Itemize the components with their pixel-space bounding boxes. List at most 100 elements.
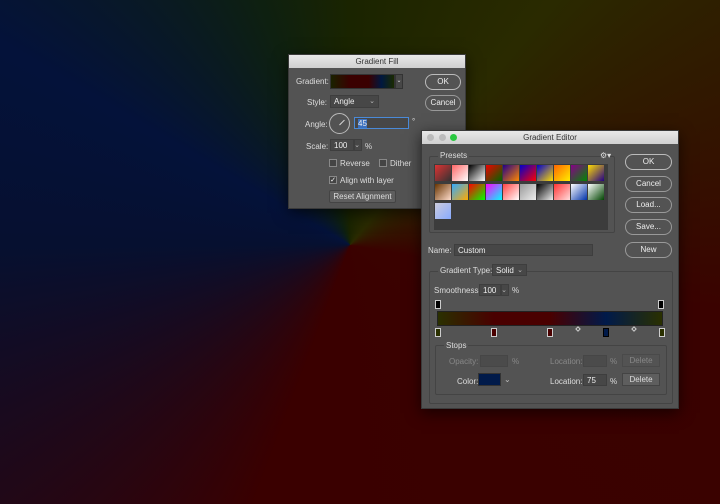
zoom-window-button[interactable]	[450, 134, 457, 141]
preset-swatch[interactable]	[537, 184, 553, 200]
preset-swatch[interactable]	[469, 165, 485, 181]
preset-swatch[interactable]	[588, 165, 604, 181]
preset-swatch[interactable]	[486, 184, 502, 200]
ok-button[interactable]: OK	[625, 154, 672, 170]
location-percent: %	[610, 377, 618, 386]
location-label: Location:	[550, 377, 583, 386]
scale-label: Scale:	[306, 142, 329, 151]
opacity-percent: %	[512, 357, 520, 366]
preset-swatch[interactable]	[503, 165, 519, 181]
stops-label: Stops	[444, 341, 469, 350]
smoothness-input[interactable]: 100	[479, 284, 501, 296]
preset-swatch[interactable]	[435, 184, 451, 200]
opacity-stop-right[interactable]	[658, 300, 664, 309]
preset-swatch[interactable]	[503, 184, 519, 200]
minimize-window-button[interactable]	[439, 134, 446, 141]
preset-swatch[interactable]	[452, 184, 468, 200]
smoothness-percent: %	[512, 286, 520, 295]
name-input[interactable]: Custom	[454, 244, 593, 256]
smoothness-label: Smoothness:	[434, 286, 481, 295]
align-with-layer-label: Align with layer	[340, 176, 394, 185]
gradient-dropdown-button[interactable]: ⌄	[395, 74, 403, 89]
preset-swatch[interactable]	[571, 184, 587, 200]
gradient-type-value: Solid	[496, 266, 514, 275]
preset-swatch[interactable]	[520, 165, 536, 181]
style-select[interactable]: Angle ⌄	[330, 95, 379, 108]
dialog-title: Gradient Editor	[422, 131, 678, 144]
scale-input[interactable]: 100	[330, 139, 354, 151]
color-stop[interactable]	[659, 328, 665, 337]
smoothness-value: 100	[483, 286, 497, 295]
gradient-type-label: Gradient Type:	[438, 266, 495, 275]
scale-value: 100	[334, 141, 348, 150]
style-label: Style:	[307, 98, 328, 107]
preset-swatch[interactable]	[554, 184, 570, 200]
opacity-location-label: Location:	[550, 357, 583, 366]
align-with-layer-checkbox[interactable]: ✓	[329, 176, 337, 184]
angle-label: Angle:	[305, 120, 328, 129]
name-value: Custom	[458, 246, 486, 255]
gradient-type-select[interactable]: Solid ⌄	[492, 264, 527, 276]
gradient-preview[interactable]	[330, 74, 395, 89]
preset-swatch[interactable]	[554, 165, 570, 181]
reverse-checkbox[interactable]	[329, 159, 337, 167]
angle-value: 45	[358, 119, 367, 128]
reverse-label: Reverse	[340, 159, 370, 168]
smoothness-dropdown[interactable]: ⌄	[501, 284, 509, 296]
gradient-editor-dialog: Gradient Editor Presets ⚙▾ OK Cancel Loa…	[421, 130, 679, 409]
preset-swatch[interactable]	[520, 184, 536, 200]
preset-swatch[interactable]	[469, 184, 485, 200]
cancel-button[interactable]: Cancel	[425, 95, 461, 111]
color-stop[interactable]	[435, 328, 441, 337]
preset-swatch[interactable]	[435, 165, 451, 181]
opacity-stop-left[interactable]	[435, 300, 441, 309]
stop-color-swatch[interactable]	[478, 373, 501, 386]
chevron-down-icon: ⌄	[517, 267, 523, 274]
opacity-input	[480, 355, 508, 367]
save-button[interactable]: Save...	[625, 219, 672, 235]
color-stop[interactable]	[603, 328, 609, 337]
new-button[interactable]: New	[625, 242, 672, 258]
color-stop[interactable]	[547, 328, 553, 337]
location-input[interactable]: 75	[583, 374, 607, 386]
gear-icon[interactable]: ⚙▾	[600, 151, 611, 160]
preset-swatch[interactable]	[571, 165, 587, 181]
style-value: Angle	[334, 97, 355, 106]
chevron-down-icon[interactable]: ⌄	[504, 375, 511, 384]
angle-input[interactable]: 45	[354, 117, 409, 129]
preset-swatch[interactable]	[452, 165, 468, 181]
gradient-bar[interactable]	[437, 311, 663, 326]
dither-label: Dither	[390, 159, 412, 168]
preset-swatch[interactable]	[486, 165, 502, 181]
ok-button[interactable]: OK	[425, 74, 461, 90]
reset-alignment-button[interactable]: Reset Alignment	[329, 190, 396, 203]
gradient-label: Gradient:	[296, 77, 329, 86]
angle-dial[interactable]	[329, 113, 350, 134]
stops-group	[435, 345, 667, 395]
chevron-down-icon: ⌄	[369, 98, 375, 105]
opacity-delete-button: Delete	[622, 354, 660, 367]
degree-symbol: °	[412, 117, 416, 126]
opacity-location-percent: %	[610, 357, 618, 366]
presets-grid	[434, 164, 608, 230]
color-stop[interactable]	[491, 328, 497, 337]
dither-checkbox[interactable]	[379, 159, 387, 167]
opacity-location-input	[583, 355, 607, 367]
dialog-title: Gradient Fill	[289, 55, 465, 68]
preset-swatch[interactable]	[435, 203, 451, 219]
preset-swatch[interactable]	[588, 184, 604, 200]
color-label: Color:	[457, 377, 479, 386]
close-window-button[interactable]	[427, 134, 434, 141]
load-button[interactable]: Load...	[625, 197, 672, 213]
opacity-label: Opacity:	[449, 357, 479, 366]
preset-swatch[interactable]	[537, 165, 553, 181]
location-value: 75	[587, 376, 596, 385]
cancel-button[interactable]: Cancel	[625, 176, 672, 192]
scale-percent: %	[365, 142, 373, 151]
chevron-down-icon: ⌄	[354, 142, 360, 149]
presets-label: Presets	[438, 151, 470, 160]
scale-dropdown[interactable]: ⌄	[354, 139, 362, 151]
delete-stop-button[interactable]: Delete	[622, 373, 660, 386]
name-label: Name:	[428, 246, 452, 255]
chevron-down-icon: ⌄	[501, 287, 507, 294]
